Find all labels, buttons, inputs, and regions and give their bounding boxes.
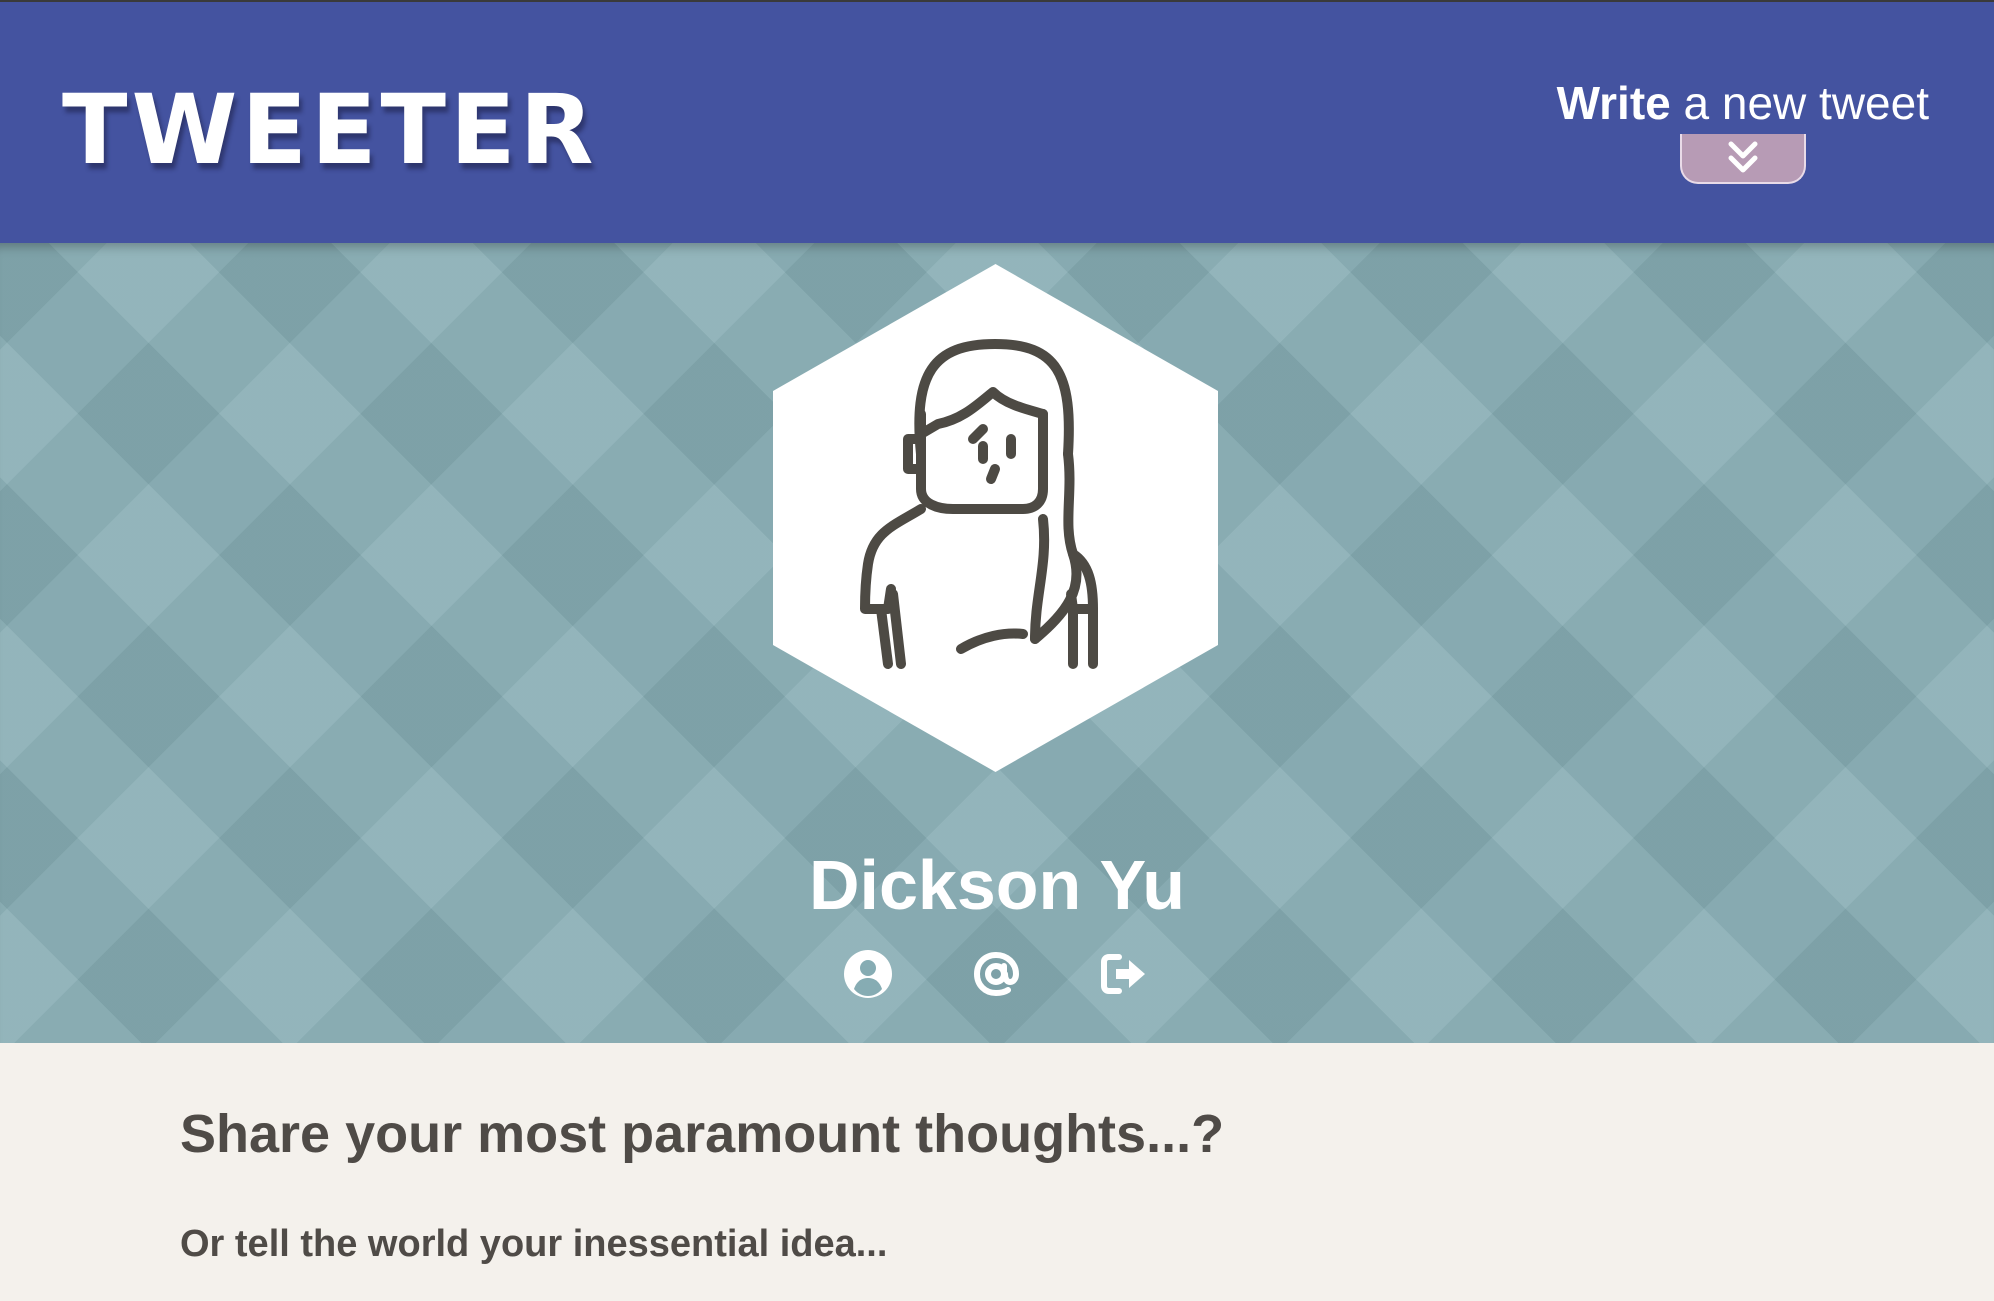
composer-subtitle: Or tell the world your inessential idea.…: [180, 1223, 888, 1265]
compose-tweet-label-rest: a new tweet: [1670, 77, 1930, 129]
site-header: TWEETER Write a new tweet: [0, 2, 1994, 243]
compose-tweet-control[interactable]: Write a new tweet: [1557, 80, 1929, 184]
profile-actions: [843, 949, 1149, 999]
profile-banner: Dickson Yu: [0, 243, 1994, 1043]
compose-toggle-button[interactable]: [1679, 134, 1806, 184]
composer-section: Share your most paramount thoughts...? O…: [0, 1043, 1994, 1301]
user-circle-icon[interactable]: [843, 949, 893, 999]
sign-out-icon[interactable]: [1099, 949, 1149, 999]
at-sign-icon[interactable]: [971, 949, 1021, 999]
composer-title: Share your most paramount thoughts...?: [180, 1104, 1225, 1164]
compose-tweet-label[interactable]: Write a new tweet: [1557, 80, 1929, 126]
double-chevron-down-icon: [1728, 141, 1758, 173]
compose-tweet-label-strong: Write: [1556, 77, 1671, 129]
profile-name: Dickson Yu: [808, 846, 1186, 924]
woman-avatar-icon: [773, 264, 1218, 772]
site-logo[interactable]: TWEETER: [62, 82, 598, 178]
